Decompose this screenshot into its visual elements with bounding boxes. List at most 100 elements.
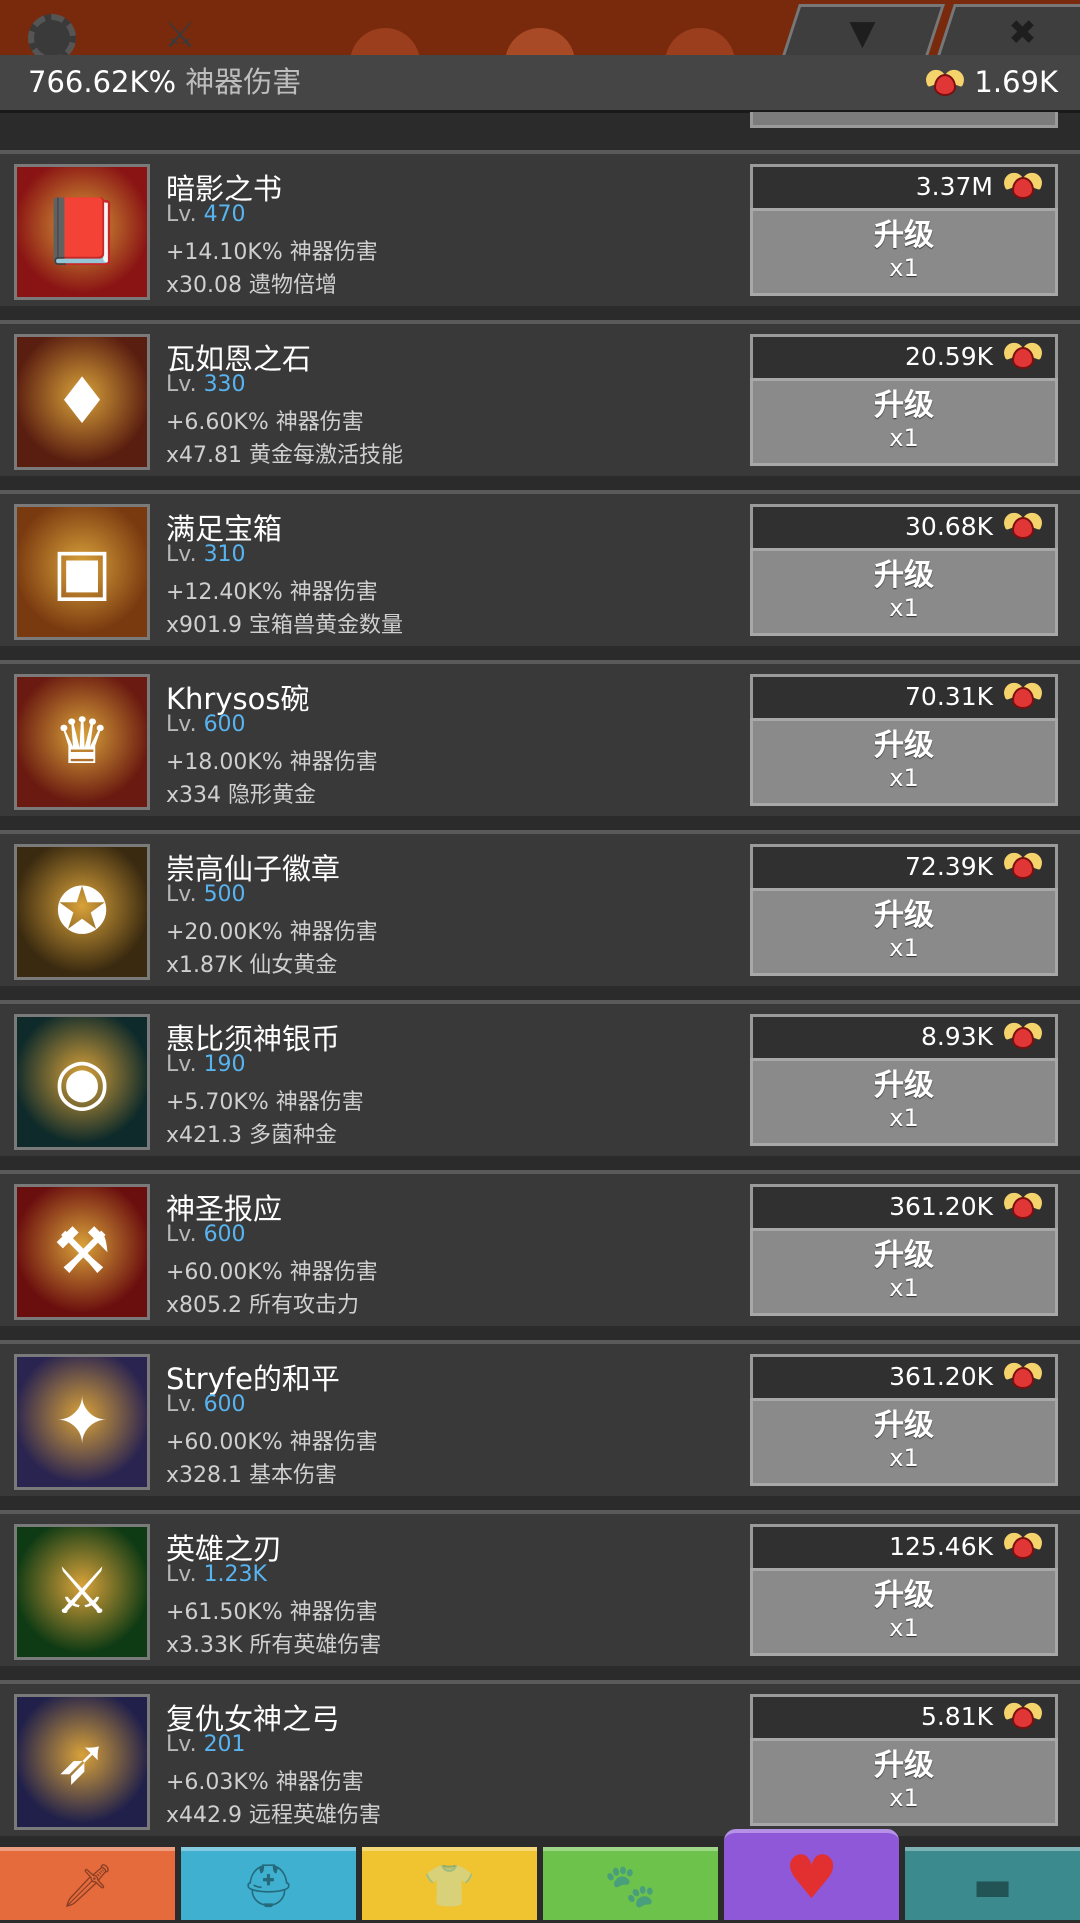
upgrade-cost: 8.93K: [750, 1014, 1058, 1058]
gear-icon[interactable]: [28, 14, 76, 55]
upgrade-button[interactable]: 升级 x1: [750, 1738, 1058, 1826]
relic-icon: [1001, 680, 1045, 713]
shop-chest-icon: ▬: [972, 1861, 1013, 1910]
close-panel-button[interactable]: ✖: [936, 4, 1080, 55]
artifact-level: Lv. 330: [166, 372, 246, 397]
relic-icon: [1001, 170, 1045, 203]
artifact-icon-frame[interactable]: ⚔: [14, 1524, 150, 1660]
upgrade-button[interactable]: 升级 x1: [750, 548, 1058, 636]
relic-heart-icon: ♥: [784, 1843, 839, 1913]
previous-upgrade-button[interactable]: [750, 112, 1058, 128]
chevron-down-icon: ▼: [849, 13, 876, 53]
pet-icon: 🐾: [604, 1861, 657, 1910]
artifact-damage-bonus: +5.70K% 神器伤害: [166, 1090, 364, 1115]
artifact-effect: x334 隐形黄金: [166, 783, 317, 808]
artifact-icon-frame[interactable]: 📕: [14, 164, 150, 300]
winged-flail-icon: ✦: [55, 1385, 109, 1459]
relic-icon: [1001, 1530, 1045, 1563]
crossed-swords-icon[interactable]: ⚔: [140, 16, 220, 56]
bottom-tab[interactable]: ▬: [905, 1847, 1080, 1920]
artifact-level: Lv. 190: [166, 1052, 246, 1077]
upgrade-cost: 30.68K: [750, 504, 1058, 548]
artifact-level: Lv. 310: [166, 542, 246, 567]
artifact-icon-frame[interactable]: ▣: [14, 504, 150, 640]
artifact-row: ◉ 惠比须神银币 Lv. 190 +5.70K% 神器伤害 x421.3 多菌种…: [0, 1000, 1080, 1156]
upgrade-button[interactable]: 升级 x1: [750, 1568, 1058, 1656]
artifact-effect: x421.3 多菌种金: [166, 1123, 337, 1148]
upgrade-button[interactable]: 升级 x1: [750, 1228, 1058, 1316]
artifact-effect: x901.9 宝箱兽黄金数量: [166, 613, 403, 638]
close-icon: ✖: [1008, 13, 1037, 53]
artifact-list[interactable]: 📕 暗影之书 Lv. 470 +14.10K% 神器伤害 x30.08 遗物倍增…: [0, 112, 1080, 1847]
relic-icon: [1001, 850, 1045, 883]
gold-bowl-icon: ♛: [53, 705, 111, 779]
bottom-tab-bar: 🗡 ⛑ 👕 🐾 ♥ ▬: [0, 1829, 1080, 1920]
bottom-tab[interactable]: 👕: [362, 1847, 537, 1920]
coins-icon: ◉: [54, 1045, 110, 1119]
upgrade-button[interactable]: 升级 x1: [750, 1398, 1058, 1486]
artifact-damage-bonus: +6.60K% 神器伤害: [166, 410, 364, 435]
relic-icon: [1001, 1190, 1045, 1223]
upgrade-button[interactable]: 升级 x1: [750, 718, 1058, 806]
artifact-row: ⚒ 神圣报应 Lv. 600 +60.00K% 神器伤害 x805.2 所有攻击…: [0, 1170, 1080, 1326]
upgrade-button[interactable]: 升级 x1: [750, 378, 1058, 466]
artifact-icon-frame[interactable]: ♦: [14, 334, 150, 470]
artifact-effect: x1.87K 仙女黄金: [166, 953, 338, 978]
upgrade-button[interactable]: 升级 x1: [750, 1058, 1058, 1146]
artifact-row: ➶ 复仇女神之弓 Lv. 201 +6.03K% 神器伤害 x442.9 远程英…: [0, 1680, 1080, 1836]
artifact-row: ⚔ 英雄之刃 Lv. 1.23K +61.50K% 神器伤害 x3.33K 所有…: [0, 1510, 1080, 1666]
relic-icon: [1001, 1360, 1045, 1393]
artifact-effect: x30.08 遗物倍增: [166, 273, 337, 298]
bottom-tab[interactable]: ⛑: [181, 1847, 356, 1920]
artifact-effect: x47.81 黄金每激活技能: [166, 443, 403, 468]
bottom-tab[interactable]: 🐾: [543, 1847, 718, 1920]
artifact-damage-bonus: +61.50K% 神器伤害: [166, 1600, 378, 1625]
artifact-icon-frame[interactable]: ♛: [14, 674, 150, 810]
treasure-chest-icon: ▣: [51, 535, 113, 609]
artifact-icon-frame[interactable]: ⚒: [14, 1184, 150, 1320]
relic-icon: [923, 67, 967, 100]
artifact-effect: x442.9 远程英雄伤害: [166, 1803, 381, 1828]
artifact-row: ✪ 崇高仙子徽章 Lv. 500 +20.00K% 神器伤害 x1.87K 仙女…: [0, 830, 1080, 986]
artifact-effect: x328.1 基本伤害: [166, 1463, 337, 1488]
fairy-badge-icon: ✪: [55, 875, 109, 949]
artifact-row: ▣ 满足宝箱 Lv. 310 +12.40K% 神器伤害 x901.9 宝箱兽黄…: [0, 490, 1080, 646]
upgrade-cost: 361.20K: [750, 1354, 1058, 1398]
relic-icon: [1001, 510, 1045, 543]
book-icon: 📕: [42, 195, 122, 269]
artifact-level: Lv. 600: [166, 1222, 246, 1247]
artifact-damage-bonus: +12.40K% 神器伤害: [166, 580, 378, 605]
green-blade-icon: ⚔: [53, 1555, 111, 1629]
timer-icon[interactable]: [665, 28, 735, 55]
top-toolbar: ⚔ ▼ ✖: [0, 0, 1080, 55]
artifact-damage-bonus: +18.00K% 神器伤害: [166, 750, 378, 775]
artifact-row: ✦ Stryfe的和平 Lv. 600 +60.00K% 神器伤害 x328.1…: [0, 1340, 1080, 1496]
sword-icon: 🗡: [60, 1861, 115, 1910]
artifact-effect: x805.2 所有攻击力: [166, 1293, 359, 1318]
artifact-icon-frame[interactable]: ➶: [14, 1694, 150, 1830]
upgrade-cost: 5.81K: [750, 1694, 1058, 1738]
upgrade-cost: 3.37M: [750, 164, 1058, 208]
artifact-icon-frame[interactable]: ◉: [14, 1014, 150, 1150]
artifact-damage-bonus: +60.00K% 神器伤害: [166, 1430, 378, 1455]
timer-icon[interactable]: [350, 28, 420, 55]
artifact-icon-frame[interactable]: ✪: [14, 844, 150, 980]
collapse-panel-button[interactable]: ▼: [781, 4, 945, 55]
relic-icon: [1001, 340, 1045, 373]
bottom-tab[interactable]: 🗡: [0, 1847, 175, 1920]
artifact-level: Lv. 600: [166, 712, 246, 737]
upgrade-cost: 125.46K: [750, 1524, 1058, 1568]
artifact-damage-bonus: +20.00K% 神器伤害: [166, 920, 378, 945]
artifact-level: Lv. 470: [166, 202, 246, 227]
timer-icon[interactable]: [505, 28, 575, 55]
total-artifact-damage: 766.62K% 神器伤害: [28, 65, 302, 99]
artifact-damage-bonus: +14.10K% 神器伤害: [166, 240, 378, 265]
armor-icon: 👕: [423, 1861, 476, 1910]
artifact-level: Lv. 500: [166, 882, 246, 907]
upgrade-cost: 20.59K: [750, 334, 1058, 378]
upgrade-button[interactable]: 升级 x1: [750, 888, 1058, 976]
artifact-icon-frame[interactable]: ✦: [14, 1354, 150, 1490]
bottom-tab[interactable]: ♥: [724, 1829, 899, 1920]
upgrade-button[interactable]: 升级 x1: [750, 208, 1058, 296]
flame-axe-icon: ⚒: [53, 1215, 111, 1289]
